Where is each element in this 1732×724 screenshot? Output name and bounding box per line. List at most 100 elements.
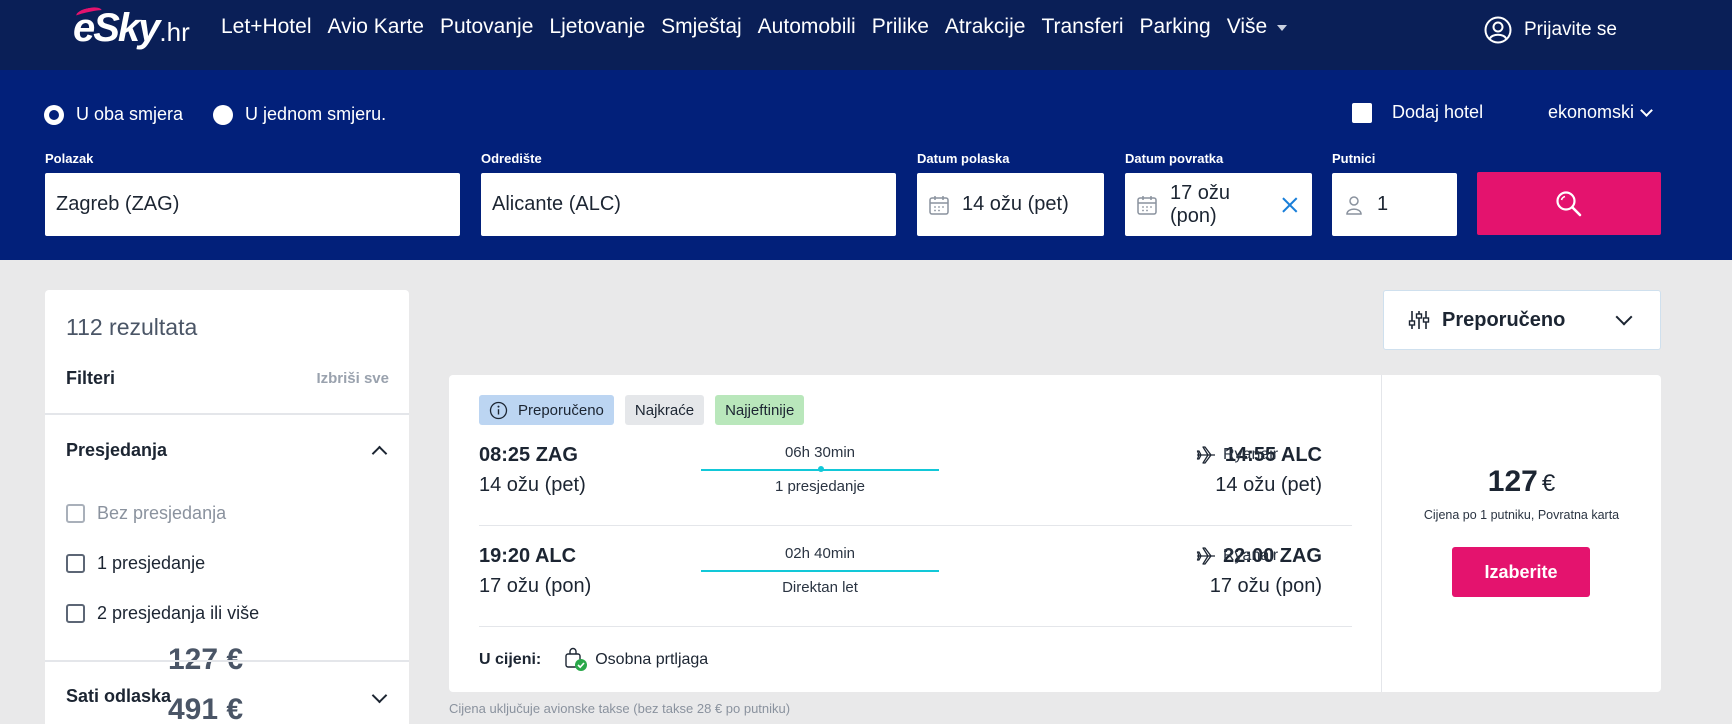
tag-cheapest: Najjeftinije: [715, 395, 805, 425]
departure-times-section-title[interactable]: Sati odlaska: [66, 686, 171, 707]
results-count: 112 rezultata: [66, 314, 198, 340]
nav-atrakcije[interactable]: Atrakcije: [945, 14, 1026, 40]
flight-result-card: Preporučeno Najkraće Najjeftinije 08:25 …: [449, 375, 1661, 692]
filters-title: Filteri: [66, 368, 116, 388]
tag-shortest: Najkraće: [624, 395, 705, 425]
filters-sidebar: 112 rezultata Filteri Izbriši sve Presje…: [45, 290, 409, 724]
departure-date: 14 ožu (pet): [479, 474, 586, 496]
chevron-up-icon[interactable]: [371, 445, 388, 462]
origin-field: Polazak Zagreb (ZAG): [45, 151, 460, 236]
sort-label: Preporučeno: [1442, 308, 1566, 331]
included-label: U cijeni:: [479, 651, 542, 668]
passengers-label: Putnici: [1332, 151, 1376, 166]
outbound-leg[interactable]: 08:25 ZAG 14 ožu (pet) 06h 30min 1 presj…: [479, 436, 1352, 526]
esky-logo[interactable]: eSky .hr: [73, 5, 190, 50]
login-button[interactable]: Prijavite se: [1484, 16, 1617, 44]
checkbox[interactable]: [66, 604, 85, 623]
stops-text: Direktan let: [782, 579, 858, 596]
origin-input[interactable]: Zagreb (ZAG): [45, 173, 460, 236]
nav-avio-karte[interactable]: Avio Karte: [327, 14, 424, 40]
chevron-down-icon: [1640, 104, 1653, 117]
departure-date: 17 ožu (pon): [479, 575, 592, 597]
passengers-input[interactable]: 1: [1332, 173, 1457, 236]
sliders-icon: [1408, 311, 1430, 329]
price-value: 127: [1487, 465, 1538, 498]
clear-all-link[interactable]: Izbriši sve: [316, 370, 389, 387]
plane-icon: [1196, 547, 1215, 565]
depart-date-value: 14 ožu (pet): [962, 193, 1069, 215]
filter-option-label: 1 presjedanje: [97, 553, 206, 573]
checkbox[interactable]: [66, 554, 85, 573]
checkbox[interactable]: [66, 504, 85, 523]
inbound-leg[interactable]: 19:20 ALC 17 ožu (pon) 02h 40min Direkta…: [479, 537, 1352, 627]
nav-putovanje[interactable]: Putovanje: [440, 14, 533, 40]
destination-field: Odredište Alicante (ALC): [481, 151, 896, 236]
flight-details: Preporučeno Najkraće Najjeftinije 08:25 …: [449, 375, 1382, 692]
nav-smjestaj[interactable]: Smještaj: [661, 14, 742, 40]
plane-icon: [1196, 446, 1215, 464]
divider: [479, 525, 1352, 526]
nav-transferi[interactable]: Transferi: [1041, 14, 1123, 40]
filter-option-label: 2 presjedanja ili više: [97, 603, 260, 623]
radio-round-trip[interactable]: [44, 104, 64, 125]
search-panel: U oba smjera U jednom smjeru. Dodaj hote…: [0, 70, 1732, 260]
return-date-input[interactable]: 17 ožu (pon): [1125, 173, 1312, 236]
return-date-field: Datum povratka 17 ožu (pon): [1125, 151, 1312, 236]
filter-option-one-stop[interactable]: 1 presjedanje 127 €: [66, 553, 388, 676]
radio-one-way[interactable]: [213, 104, 234, 125]
airline: Ryanair: [1195, 545, 1278, 567]
arrival-date: 14 ožu (pet): [1215, 474, 1322, 496]
info-icon[interactable]: [489, 401, 508, 420]
stops-section-title[interactable]: Presjedanja: [66, 440, 167, 461]
nav-parking[interactable]: Parking: [1140, 14, 1211, 40]
main-nav: Let+Hotel Avio Karte Putovanje Ljetovanj…: [221, 14, 1303, 40]
result-tags: Preporučeno Najkraće Najjeftinije: [479, 395, 805, 425]
airline-name: Ryanair: [1223, 547, 1279, 564]
logo-tld: .hr: [159, 17, 190, 47]
flight-duration: 06h 30min: [784, 444, 856, 461]
tag-recommended: Preporučeno: [479, 395, 614, 425]
add-hotel-label: Dodaj hotel: [1392, 102, 1484, 122]
radio-round-trip-label[interactable]: U oba smjera: [76, 104, 183, 125]
filter-option-no-stops[interactable]: Bez presjedanja: [66, 503, 388, 524]
included-item: Osobna prtljaga: [595, 651, 709, 668]
cabin-class-select[interactable]: ekonomski: [1548, 102, 1653, 123]
close-icon[interactable]: [1280, 195, 1300, 215]
destination-input[interactable]: Alicante (ALC): [481, 173, 896, 236]
return-date-value: 17 ožu (pon): [1170, 181, 1231, 227]
divider: [479, 626, 1352, 627]
route-line: [701, 466, 939, 472]
sort-select[interactable]: Preporučeno: [1383, 290, 1661, 350]
nav-automobili[interactable]: Automobili: [758, 14, 856, 40]
price: 127 €: [1382, 465, 1661, 499]
calendar-icon: [929, 195, 949, 215]
chevron-down-icon: [1615, 308, 1633, 326]
departure-time: 19:20 ALC: [479, 545, 577, 567]
top-navigation: eSky .hr Let+Hotel Avio Karte Putovanje …: [0, 0, 1732, 70]
nav-more-label: Više: [1226, 15, 1268, 38]
add-hotel-box[interactable]: [1352, 102, 1372, 123]
divider: [45, 413, 409, 415]
stopover-dot: [818, 466, 824, 472]
depart-date-field: Datum polaska 14 ožu (pet): [917, 151, 1104, 236]
radio-one-way-label[interactable]: U jednom smjeru.: [245, 104, 386, 125]
nav-more[interactable]: Više: [1226, 14, 1288, 40]
nav-prilike[interactable]: Prilike: [872, 14, 929, 40]
select-flight-button[interactable]: Izaberite: [1452, 547, 1590, 597]
airline-name: Ryanair: [1223, 446, 1279, 463]
origin-label: Polazak: [45, 151, 94, 166]
divider: [45, 660, 409, 662]
filter-option-two-stops[interactable]: 2 presjedanja ili više 491 €: [66, 603, 388, 724]
calendar-icon: [1137, 195, 1157, 215]
nav-ljetovanje[interactable]: Ljetovanje: [549, 14, 645, 40]
search-button[interactable]: [1477, 172, 1661, 235]
user-icon: [1484, 16, 1512, 44]
chevron-down-icon[interactable]: [371, 687, 388, 704]
depart-date-input[interactable]: 14 ožu (pet): [917, 173, 1104, 236]
caret-down-icon: [1277, 25, 1288, 31]
departure-time: 08:25 ZAG: [479, 444, 578, 466]
add-hotel-checkbox[interactable]: Dodaj hotel: [1352, 102, 1483, 123]
included-baggage: U cijeni: Osobna prtljaga: [479, 647, 708, 673]
nav-let-hotel[interactable]: Let+Hotel: [221, 14, 311, 40]
price-panel: 127 € Cijena po 1 putniku, Povratna karta…: [1382, 375, 1661, 692]
